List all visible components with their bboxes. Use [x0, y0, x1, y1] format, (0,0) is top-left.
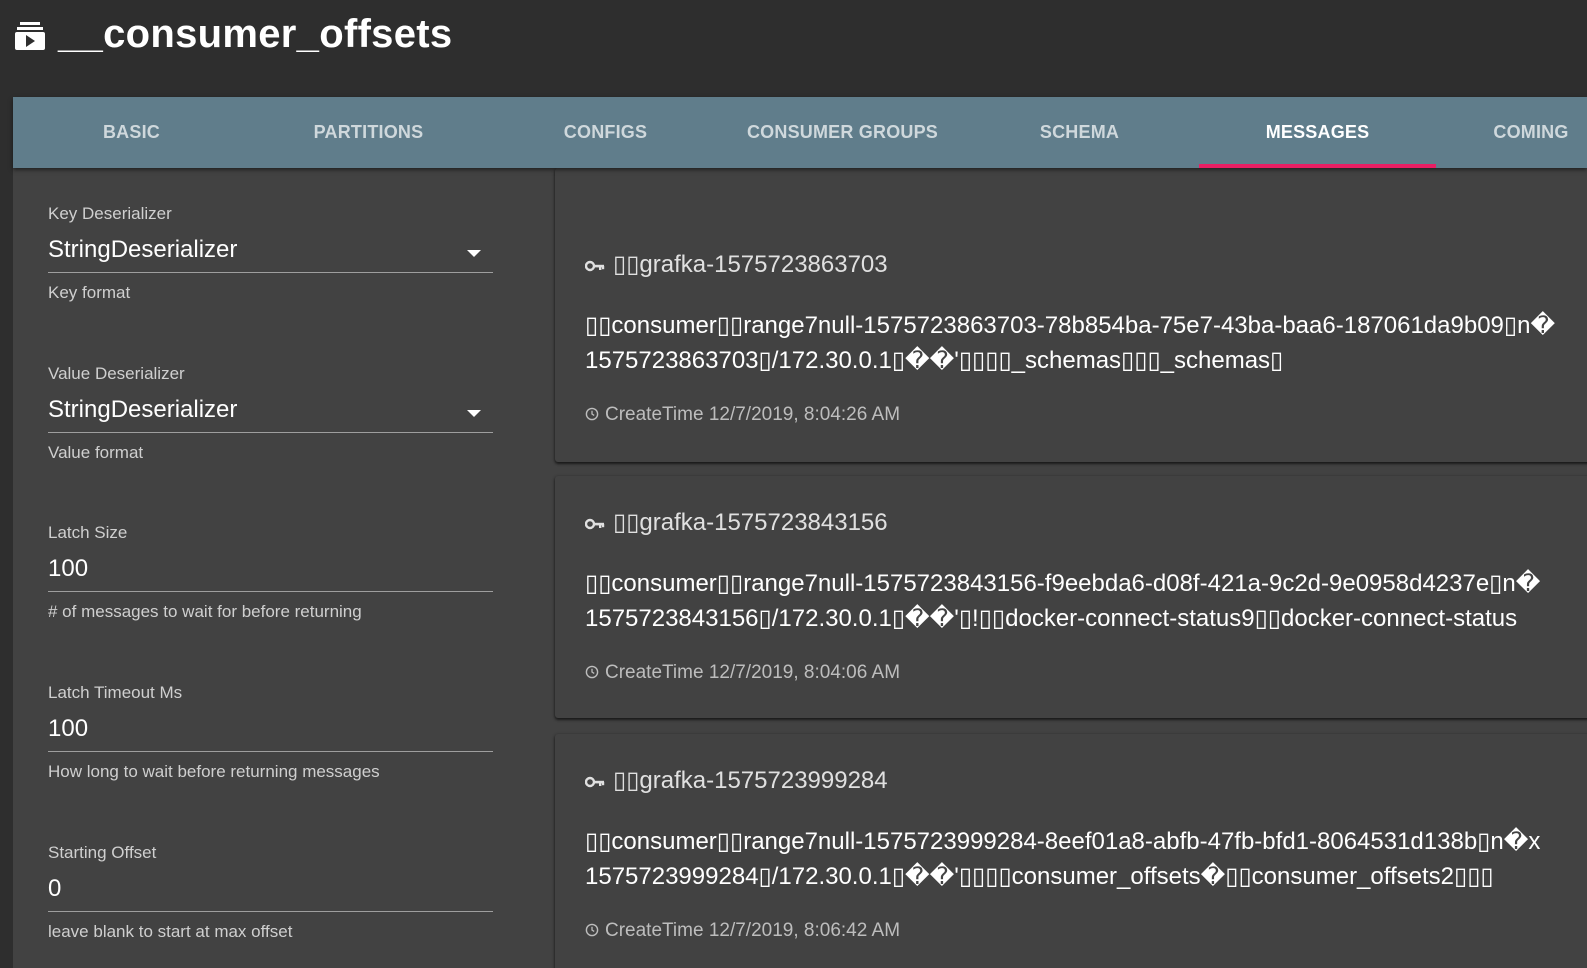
key-deserializer-help: Key format	[48, 283, 131, 302]
starting-offset-input[interactable]: 0	[48, 875, 61, 903]
message-card: ▯▯grafka-1575723999284 ▯▯consumer▯▯range…	[555, 734, 1587, 968]
clock-icon	[585, 665, 599, 679]
message-timestamp: CreateTime 12/7/2019, 8:04:26 AM	[585, 404, 900, 426]
message-card: ▯▯grafka-1575723863703 ▯▯consumer▯▯range…	[555, 168, 1587, 462]
dropdown-arrow-icon[interactable]	[467, 250, 481, 257]
message-value-line: 1575723843156▯/172.30.0.1▯��'▯!▯▯docker-…	[585, 605, 1518, 632]
message-value-line: ▯▯consumer▯▯range7null-1575723999284-8ee…	[585, 828, 1541, 855]
message-key-text: ▯▯grafka-1575723843156	[613, 509, 888, 536]
field-underline	[48, 911, 493, 912]
message-key: ▯▯grafka-1575723999284	[585, 766, 888, 795]
field-underline	[48, 272, 493, 273]
value-deserializer-help: Value format	[48, 443, 144, 462]
message-value-line: 1575723999284▯/172.30.0.1▯��'▯▯▯▯consume…	[585, 863, 1494, 890]
tab-bar: BASIC PARTITIONS CONFIGS CONSUMER GROUPS…	[13, 97, 1587, 168]
tab-messages[interactable]: MESSAGES	[1199, 97, 1436, 168]
message-value: ▯▯consumer▯▯range7null-1575723863703-78b…	[585, 308, 1555, 378]
messages-panel: Key Deserializer StringDeserializer Key …	[13, 168, 1587, 968]
active-tab-indicator	[1199, 164, 1436, 168]
tab-consumer-groups[interactable]: CONSUMER GROUPS	[724, 97, 961, 168]
starting-offset-label: Starting Offset	[48, 843, 157, 862]
message-timestamp: CreateTime 12/7/2019, 8:06:42 AM	[585, 920, 900, 942]
message-key: ▯▯grafka-1575723863703	[585, 250, 888, 279]
message-value: ▯▯consumer▯▯range7null-1575723843156-f9e…	[585, 566, 1540, 636]
latch-timeout-label: Latch Timeout Ms	[48, 683, 183, 702]
value-deserializer-value[interactable]: StringDeserializer	[48, 396, 237, 424]
key-deserializer-label: Key Deserializer	[48, 204, 172, 223]
latch-timeout-help: How long to wait before returning messag…	[48, 762, 380, 781]
tab-messages-label: MESSAGES	[1265, 122, 1370, 142]
message-key-text: ▯▯grafka-1575723863703	[613, 251, 888, 278]
message-key: ▯▯grafka-1575723843156	[585, 508, 888, 537]
tab-basic[interactable]: BASIC	[13, 97, 250, 168]
page-header: __consumer_offsets	[0, 0, 1587, 97]
latch-size-help: # of messages to wait for before returni…	[48, 602, 362, 621]
message-timestamp-text: CreateTime 12/7/2019, 8:04:06 AM	[605, 662, 901, 683]
message-timestamp-text: CreateTime 12/7/2019, 8:04:26 AM	[605, 404, 901, 425]
field-underline	[48, 751, 493, 752]
message-value-line: 1575723863703▯/172.30.0.1▯��'▯▯▯▯_schema…	[585, 347, 1284, 374]
field-underline	[48, 432, 493, 433]
key-deserializer-value[interactable]: StringDeserializer	[48, 236, 237, 264]
message-value-line: ▯▯consumer▯▯range7null-1575723863703-78b…	[585, 312, 1556, 339]
latch-size-input[interactable]: 100	[48, 555, 88, 583]
message-value: ▯▯consumer▯▯range7null-1575723999284-8ee…	[585, 824, 1540, 894]
tab-configs[interactable]: CONFIGS	[487, 97, 724, 168]
message-key-text: ▯▯grafka-1575723999284	[613, 767, 888, 794]
message-value-line: ▯▯consumer▯▯range7null-1575723843156-f9e…	[585, 570, 1541, 597]
value-deserializer-label: Value Deserializer	[48, 364, 185, 383]
message-options-form: Key Deserializer StringDeserializer Key …	[13, 168, 533, 968]
clock-icon	[585, 923, 599, 937]
latch-size-label: Latch Size	[48, 523, 128, 542]
clock-icon	[585, 407, 599, 421]
tab-coming[interactable]: COMING	[1436, 97, 1587, 168]
key-icon	[585, 776, 605, 787]
dropdown-arrow-icon[interactable]	[467, 410, 481, 417]
message-card: ▯▯grafka-1575723843156 ▯▯consumer▯▯range…	[555, 476, 1587, 718]
field-underline	[48, 591, 493, 592]
message-list: ▯▯grafka-1575723863703 ▯▯consumer▯▯range…	[555, 168, 1587, 968]
latch-timeout-input[interactable]: 100	[48, 715, 88, 743]
tab-schema[interactable]: SCHEMA	[961, 97, 1198, 168]
tab-partitions[interactable]: PARTITIONS	[250, 97, 487, 168]
message-timestamp-text: CreateTime 12/7/2019, 8:06:42 AM	[605, 920, 901, 941]
page-title: __consumer_offsets	[58, 12, 453, 56]
message-timestamp: CreateTime 12/7/2019, 8:04:06 AM	[585, 662, 900, 684]
key-icon	[585, 518, 605, 529]
key-icon	[585, 260, 605, 271]
starting-offset-help: leave blank to start at max offset	[48, 922, 293, 941]
topic-icon	[15, 22, 45, 50]
